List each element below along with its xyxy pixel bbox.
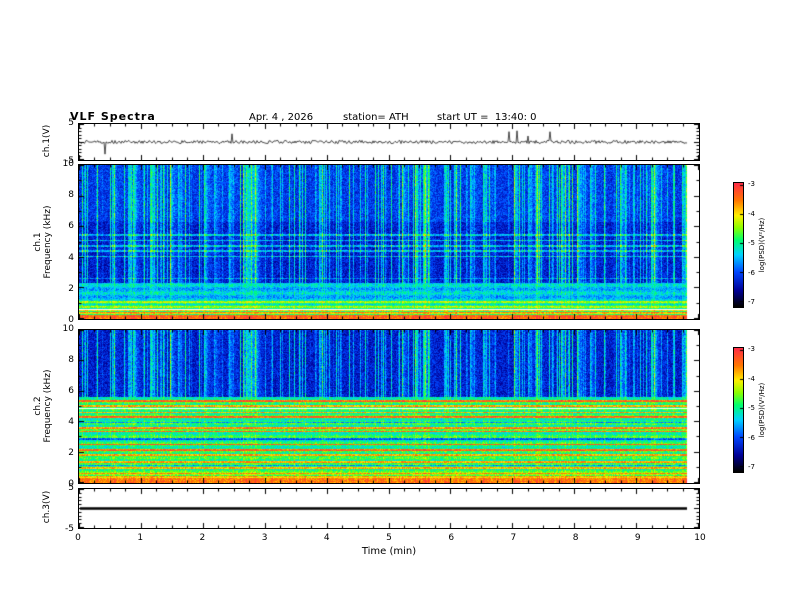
colorbar-tick-label: -6: [748, 268, 755, 277]
x-axis-title: Time (min): [361, 546, 417, 557]
colorbar-2: [733, 347, 744, 473]
colorbar-2-label: log(PSD)(V²/Hz): [758, 382, 766, 438]
ch2-spec-y-tick-label: 6: [68, 386, 74, 396]
colorbar-tick-label: -6: [748, 433, 755, 442]
ch3-waveform-plot: [79, 489, 699, 528]
ch1-waveform-panel: [78, 123, 700, 161]
start-ut-label: start UT = 13:40: 0: [437, 112, 537, 123]
ch1-wave-y-tick-label: 5: [68, 118, 74, 128]
ch1-spec-y-tick-label: 4: [68, 252, 74, 263]
ch1-frequency-axis-label: ch.1 Frequency (kHz): [33, 162, 53, 322]
ch2-axis-label-line1: ch.2: [33, 396, 43, 416]
ch2-spectrogram-panel: [78, 329, 700, 484]
colorbar-tick-label: -4: [748, 374, 755, 383]
colorbar-tick-label: -3: [748, 180, 755, 188]
ch1-axis-label-line2: Frequency (kHz): [43, 205, 53, 279]
ch1-axis-label-line1: ch.1: [33, 232, 43, 252]
ch2-axis-label-line2: Frequency (kHz): [43, 369, 53, 443]
colorbar-tick-label: -5: [748, 404, 755, 412]
x-tick-label: 2: [199, 533, 206, 543]
ch2-spec-y-tick-label: 2: [68, 448, 74, 458]
ch3-wave-y-tick-label: -5: [65, 524, 74, 534]
ch2-spectrogram: [79, 330, 699, 483]
x-tick-label: 10: [694, 533, 706, 543]
x-tick-label: 3: [261, 533, 268, 543]
colorbar-1-gradient: [734, 183, 743, 307]
ch1-wave-y-tick-label: -5: [65, 156, 74, 166]
figure-title: VLF Spectra: [70, 110, 156, 123]
ch2-spec-y-tick-label: 4: [68, 417, 74, 427]
colorbar-tick-label: -4: [748, 209, 755, 218]
x-tick-label: 7: [510, 533, 517, 543]
ch3-wave-y-tick-label: 5: [68, 483, 74, 493]
date-label: Apr. 4 , 2026: [249, 112, 314, 123]
ch1-spectrogram-panel: [78, 164, 700, 320]
station-label: station= ATH: [343, 112, 409, 123]
x-tick-label: 8: [572, 533, 579, 543]
ch1-spec-y-tick-label: 2: [68, 283, 74, 294]
colorbar-1-label: log(PSD)(V²/Hz): [758, 217, 766, 273]
colorbar-tick-label: -7: [748, 463, 755, 471]
ch2-spec-y-tick-label: 8: [68, 355, 74, 365]
x-tick-label: 5: [386, 533, 392, 543]
colorbar-tick-label: -7: [748, 298, 755, 306]
colorbar-1: [733, 182, 744, 308]
colorbar-tick-label: -5: [748, 239, 755, 247]
x-tick-label: 4: [323, 533, 330, 543]
x-tick-label: 6: [448, 533, 455, 543]
ch1-spec-y-tick-label: 8: [68, 190, 74, 201]
x-tick-label: 1: [137, 533, 144, 543]
ch2-frequency-axis-label: ch.2 Frequency (kHz): [33, 326, 53, 486]
x-tick-label: 0: [75, 533, 81, 543]
vlf-spectra-figure: VLF Spectra Apr. 4 , 2026 station= ATH s…: [0, 0, 792, 612]
ch1-spectrogram: [79, 165, 699, 319]
ch1-spec-y-tick-label: 6: [68, 221, 74, 232]
ch1-waveform-plot: [79, 124, 699, 160]
colorbar-tick-label: -3: [748, 345, 755, 353]
colorbar-2-gradient: [734, 348, 743, 472]
ch2-spec-y-tick-label: 10: [62, 324, 74, 334]
ch3-waveform-panel: [78, 488, 700, 529]
x-tick-label: 9: [634, 533, 641, 543]
